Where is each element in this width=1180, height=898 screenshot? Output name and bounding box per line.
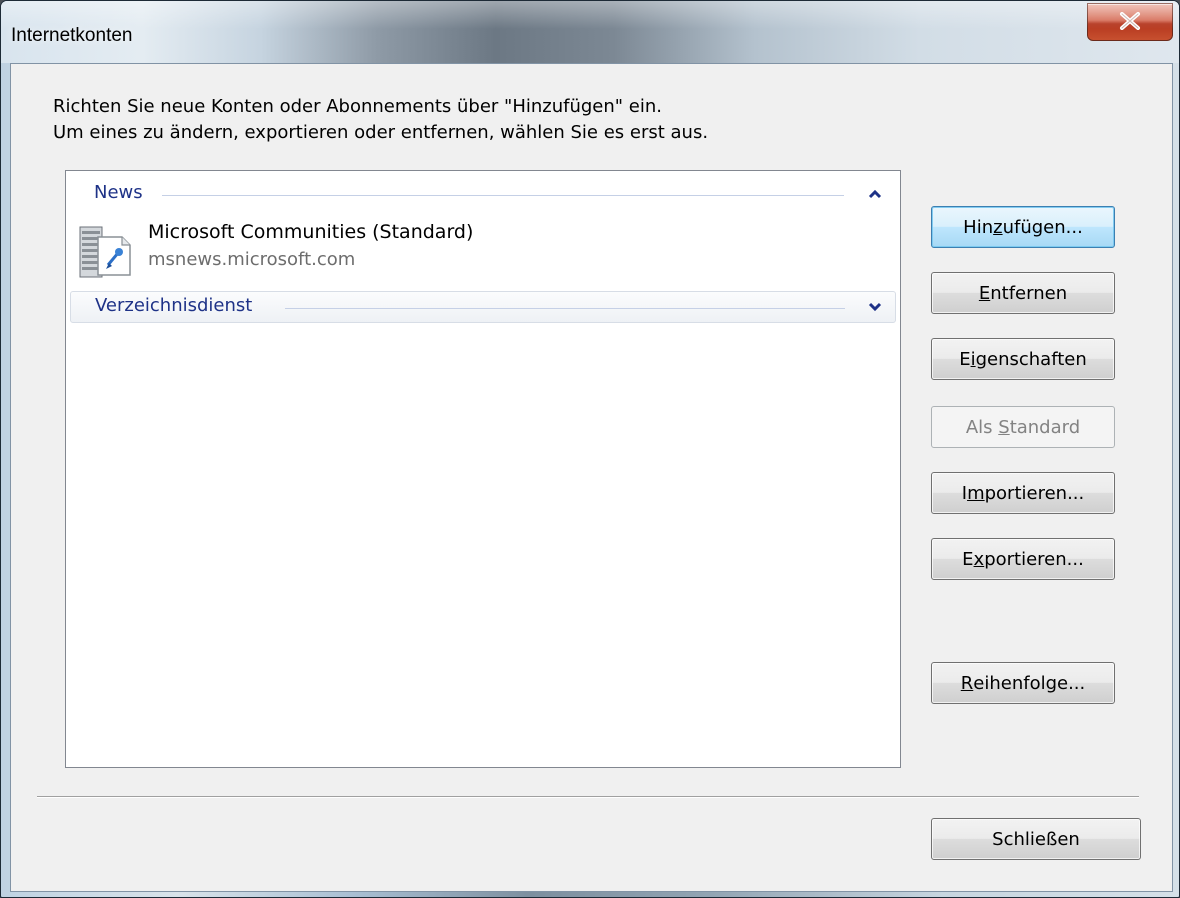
footer-separator (37, 796, 1139, 798)
add-button-accesskey: z (993, 216, 1003, 238)
accounts-list[interactable]: News Microsoft Communities (Standard) ms… (65, 170, 901, 768)
group-header-news[interactable]: News (70, 179, 896, 209)
dialog-client-area: Richten Sie neue Konten oder Abonnements… (10, 63, 1173, 892)
properties-button-label-pre: E (959, 348, 971, 370)
add-button-label-pre: Hin (963, 216, 994, 238)
chevron-down-icon[interactable] (866, 298, 884, 316)
close-window-button[interactable] (1087, 3, 1173, 41)
order-button-label-post: eihenfolge... (973, 672, 1086, 694)
instructions-text: Richten Sie neue Konten oder Abonnements… (53, 94, 708, 146)
import-button[interactable]: Im portieren... (931, 472, 1115, 514)
export-button-accesskey: x (973, 548, 985, 570)
group-label-directory-service: Verzeichnisdienst (95, 295, 253, 316)
set-default-button-label-pre: Als (965, 416, 999, 438)
set-default-button[interactable]: Als Standard (931, 406, 1115, 448)
import-button-label-post: portieren... (984, 482, 1085, 504)
add-button[interactable]: Hin z ufügen... (931, 206, 1115, 248)
remove-button-accesskey: E (978, 282, 991, 304)
account-server: msnews.microsoft.com (148, 249, 356, 270)
title-bar[interactable]: Internetkonten (1, 1, 1179, 63)
group-header-directory-service[interactable]: Verzeichnisdienst (70, 291, 896, 323)
instructions-line-2: Um eines zu ändern, exportieren oder ent… (53, 122, 709, 143)
window-title: Internetkonten (11, 25, 133, 46)
import-button-accesskey: m (967, 482, 985, 504)
group-label-news: News (94, 182, 143, 203)
export-button-label-post: portieren... (984, 548, 1084, 570)
export-button-label-pre: E (962, 548, 974, 570)
order-button[interactable]: Reihenfolge... (931, 662, 1115, 704)
order-button-accesskey: R (960, 672, 974, 694)
account-name: Microsoft Communities (Standard) (148, 221, 474, 243)
news-server-icon (79, 226, 131, 278)
set-default-button-label-post: tandard (1009, 416, 1081, 438)
close-icon (1120, 12, 1140, 30)
remove-button-label-post: ntfernen (990, 282, 1068, 304)
instructions-line-1: Richten Sie neue Konten oder Abonnements… (53, 96, 662, 117)
remove-button[interactable]: Entfernen (931, 272, 1115, 314)
close-button-label: Schließen (992, 828, 1080, 850)
group-divider-line (162, 195, 844, 196)
add-button-label-post: ufügen... (1002, 216, 1083, 238)
properties-button-label-post: genschaften (975, 348, 1087, 370)
export-button[interactable]: Ex portieren... (931, 538, 1115, 580)
chevron-up-icon[interactable] (866, 185, 884, 203)
group-divider-line (285, 308, 845, 309)
internet-accounts-window: Internetkonten Richten Sie neue Konten o… (0, 0, 1180, 898)
set-default-button-accesskey: S (998, 416, 1010, 438)
close-button[interactable]: Schließen (931, 818, 1141, 860)
properties-button[interactable]: Ei genschaften (931, 338, 1115, 380)
account-item-microsoft-communities[interactable]: Microsoft Communities (Standard) msnews.… (72, 217, 892, 281)
